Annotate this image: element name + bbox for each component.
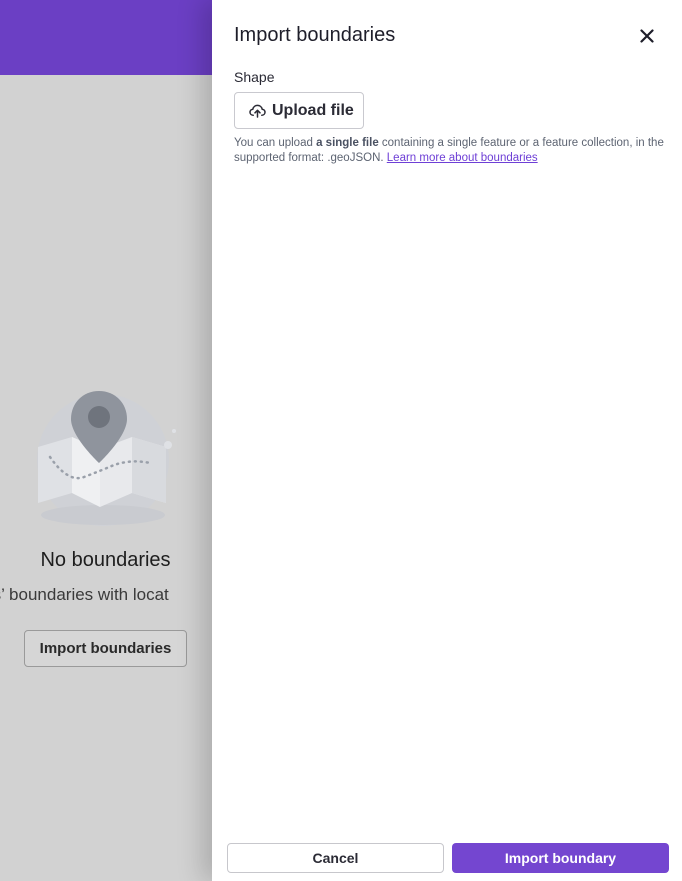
import-boundaries-drawer: Import boundaries Shape Upload file You … <box>212 0 682 881</box>
empty-state-title: No boundaries <box>40 549 171 571</box>
import-boundary-button[interactable]: Import boundary <box>452 843 669 873</box>
learn-more-link[interactable]: Learn more about boundaries <box>387 152 538 164</box>
shape-label: Shape <box>234 69 275 85</box>
close-button[interactable] <box>636 25 658 47</box>
upload-file-label: Upload file <box>272 101 354 119</box>
cancel-button[interactable]: Cancel <box>227 843 444 873</box>
upload-file-button[interactable]: Upload file <box>234 92 364 129</box>
cloud-upload-icon <box>249 104 266 118</box>
help-text-prefix: You can upload <box>234 137 317 149</box>
map-pin-icon <box>28 385 178 530</box>
import-boundaries-button[interactable]: Import boundaries <box>24 630 187 667</box>
help-text-bold: a single file <box>316 137 379 149</box>
drawer-title: Import boundaries <box>234 24 396 46</box>
close-icon <box>640 29 654 43</box>
upload-help-text: You can upload a single file containing … <box>234 136 664 166</box>
